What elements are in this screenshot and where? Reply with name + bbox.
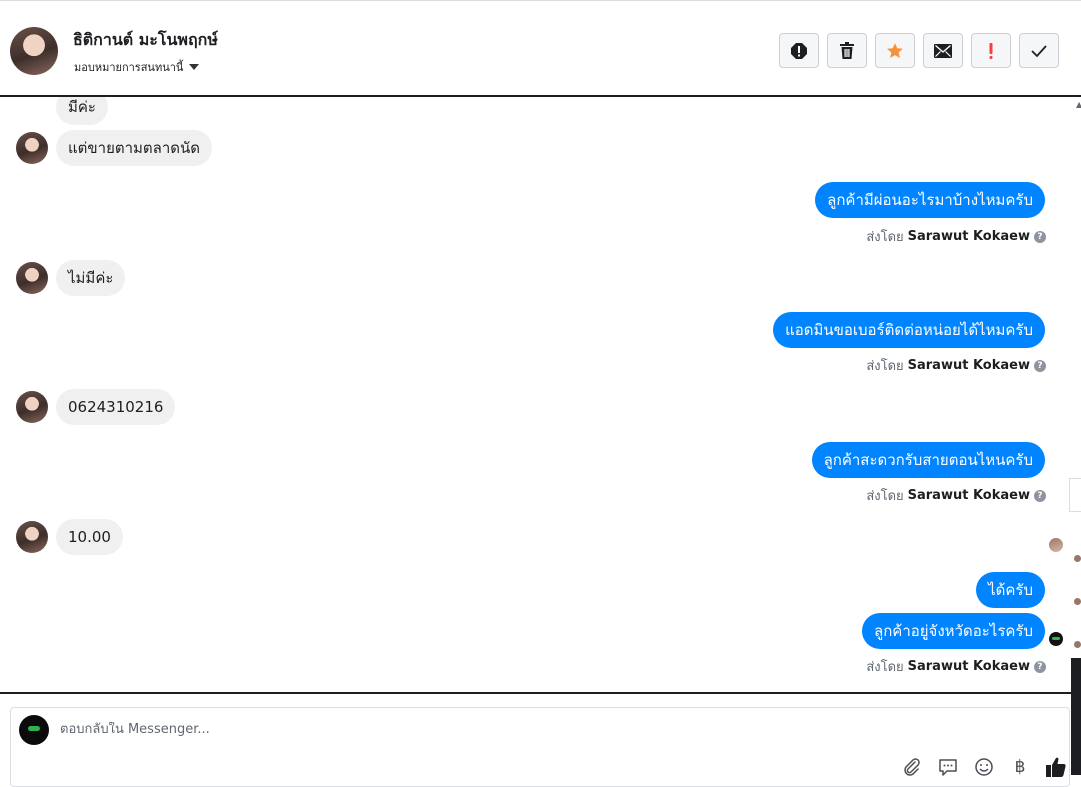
incoming-message-row: 10.00	[16, 519, 123, 555]
sent-by-label: ส่งโดย Sarawut Kokaew ?	[866, 485, 1046, 506]
incoming-message-bubble[interactable]: 0624310216	[56, 389, 176, 425]
sent-by-label: ส่งโดย Sarawut Kokaew ?	[866, 656, 1046, 677]
mark-done-button[interactable]	[1019, 33, 1059, 68]
side-avatar-dot	[1074, 555, 1081, 562]
side-avatar-dot	[1074, 598, 1081, 605]
action-toolbar	[779, 33, 1059, 68]
seen-indicator-avatar	[1049, 538, 1063, 552]
sent-by-label: ส่งโดย Sarawut Kokaew ?	[866, 226, 1046, 247]
star-icon	[887, 42, 903, 58]
side-avatar-dot	[1074, 641, 1081, 648]
check-icon	[1031, 44, 1047, 57]
assign-conversation-dropdown[interactable]: มอบหมายการสนทนานี้	[74, 58, 200, 76]
side-panel-edge	[1069, 478, 1081, 775]
scroll-up-arrow-icon[interactable]: ▲	[1076, 100, 1081, 109]
sender-name[interactable]: Sarawut Kokaew	[908, 229, 1030, 244]
delete-button[interactable]	[827, 33, 867, 68]
contact-avatar[interactable]	[10, 27, 58, 75]
caret-down-icon	[189, 64, 200, 70]
outgoing-message-bubble[interactable]: ได้ครับ	[976, 572, 1045, 608]
composer-divider	[0, 692, 1081, 694]
alert-circle-icon	[791, 42, 807, 59]
page-avatar	[19, 715, 49, 745]
contact-name[interactable]: ธิติกานต์ มะโนพฤกษ์	[73, 28, 218, 53]
outgoing-message-bubble[interactable]: ลูกค้ามีผ่อนอะไรมาบ้างไหมครับ	[815, 182, 1045, 218]
sent-by-label: ส่งโดย Sarawut Kokaew ?	[866, 355, 1046, 376]
incoming-message-bubble[interactable]: มีค่ะ	[56, 97, 108, 125]
sent-by-prefix: ส่งโดย	[866, 359, 904, 374]
contact-avatar-small	[16, 262, 48, 294]
reply-input[interactable]	[60, 722, 860, 737]
incoming-message-row: 0624310216	[16, 389, 176, 425]
follow-up-button[interactable]	[971, 33, 1011, 68]
sender-name[interactable]: Sarawut Kokaew	[908, 488, 1030, 503]
side-panel-dark-strip	[1071, 658, 1081, 775]
contact-avatar-small	[16, 132, 48, 164]
incoming-message-bubble[interactable]: แต่ขายตามตลาดนัด	[56, 130, 213, 166]
incoming-message-row: แต่ขายตามตลาดนัด	[16, 130, 213, 166]
contact-avatar-small	[16, 521, 48, 553]
incoming-message-bubble[interactable]: 10.00	[56, 519, 123, 555]
sender-name[interactable]: Sarawut Kokaew	[908, 358, 1030, 373]
envelope-icon	[934, 43, 952, 58]
sender-name[interactable]: Sarawut Kokaew	[908, 659, 1030, 674]
outgoing-message-bubble[interactable]: ลูกค้าอยู่จังหวัดอะไรครับ	[862, 613, 1045, 649]
question-circle-icon[interactable]: ?	[1034, 359, 1046, 372]
sent-by-prefix: ส่งโดย	[866, 230, 904, 245]
contact-avatar-small	[16, 391, 48, 423]
reply-composer: ฿	[10, 707, 1070, 787]
page-avatar-small	[1049, 632, 1063, 646]
sent-by-prefix: ส่งโดย	[866, 660, 904, 675]
incoming-message-row: ไม่มีค่ะ	[16, 260, 126, 296]
outgoing-message-bubble[interactable]: ลูกค้าสะดวกรับสายตอนไหนครับ	[811, 442, 1045, 478]
conversation-header: ธิติกานต์ มะโนพฤกษ์ มอบหมายการสนทนานี้	[0, 0, 1081, 96]
baht-symbol: ฿	[1014, 757, 1026, 777]
mark-spam-button[interactable]	[779, 33, 819, 68]
question-circle-icon[interactable]: ?	[1034, 489, 1046, 502]
mark-unread-button[interactable]	[923, 33, 963, 68]
outgoing-message-bubble[interactable]: แอดมินขอเบอร์ติดต่อหน่อยได้ไหมครับ	[773, 312, 1045, 348]
message-thread[interactable]: มีค่ะ แต่ขายตามตลาดนัด ลูกค้ามีผ่อนอะไรม…	[0, 97, 1070, 692]
side-panel-card[interactable]	[1069, 478, 1081, 512]
exclamation-icon	[989, 42, 993, 59]
question-circle-icon[interactable]: ?	[1034, 230, 1046, 243]
assign-label: มอบหมายการสนทนานี้	[74, 61, 184, 74]
star-button[interactable]	[875, 33, 915, 68]
trash-icon	[840, 41, 854, 59]
sent-by-prefix: ส่งโดย	[866, 489, 904, 504]
question-circle-icon[interactable]: ?	[1034, 660, 1046, 673]
incoming-message-row: มีค่ะ	[16, 97, 108, 125]
incoming-message-bubble[interactable]: ไม่มีค่ะ	[56, 260, 126, 296]
